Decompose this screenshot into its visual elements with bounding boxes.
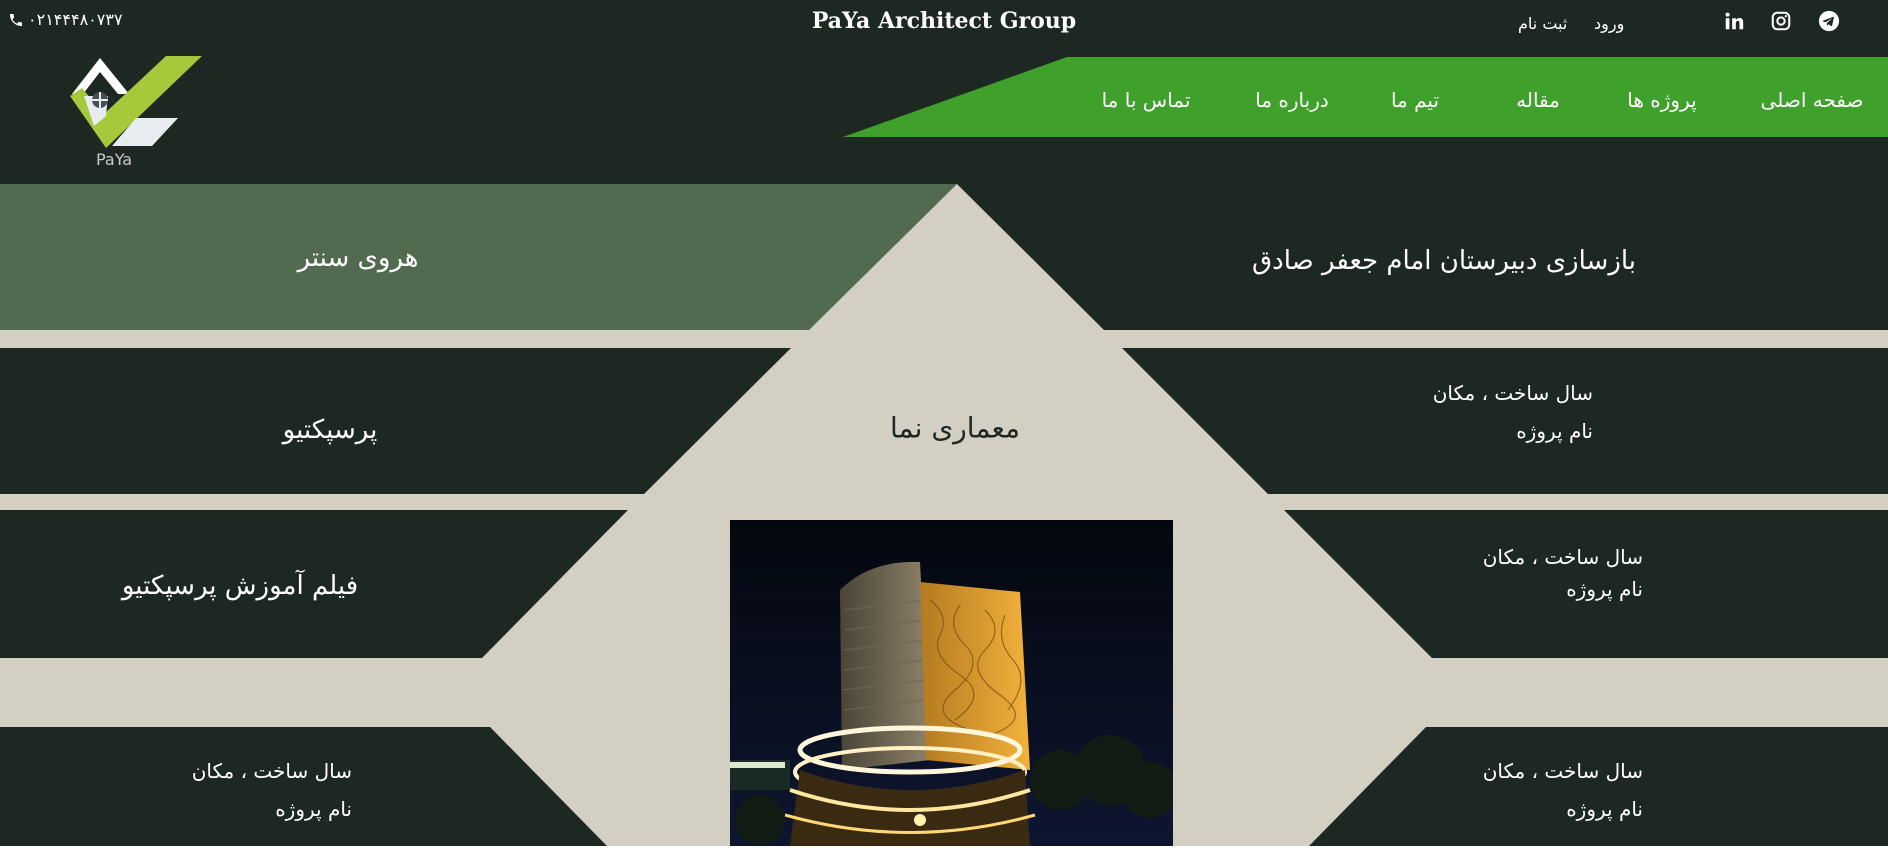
logo-text: PaYa: [96, 150, 133, 169]
login-link[interactable]: ورود: [1594, 14, 1624, 33]
nav-articles[interactable]: مقاله: [1516, 88, 1560, 112]
project-meta-name: نام پروژه: [1566, 577, 1643, 601]
instagram-icon[interactable]: [1770, 10, 1792, 32]
project-meta-year: سال ساخت ، مکان: [191, 759, 352, 783]
project-meta-name: نام پروژه: [275, 797, 352, 821]
logo[interactable]: PaYa: [66, 56, 206, 172]
telegram-icon[interactable]: [1818, 10, 1840, 32]
nav-home[interactable]: صفحه اصلی: [1761, 88, 1864, 112]
project-meta-name: نام پروژه: [1516, 419, 1593, 443]
signup-link[interactable]: ثبت نام: [1518, 14, 1567, 33]
linkedin-icon[interactable]: [1723, 10, 1745, 32]
project-title-right-1[interactable]: بازسازی دبیرستان امام جعفر صادق: [1252, 246, 1636, 276]
project-meta-year: سال ساخت ، مکان: [1432, 381, 1593, 405]
nav-projects[interactable]: پروژه ها: [1627, 88, 1696, 112]
nav-band: [843, 57, 1888, 137]
project-meta-year: سال ساخت ، مکان: [1482, 545, 1643, 569]
nav-contact[interactable]: تماس با ما: [1102, 88, 1191, 112]
project-meta-right-4[interactable]: سال ساخت ، مکان نام پروژه: [1483, 752, 1643, 828]
project-meta-year: سال ساخت ، مکان: [1482, 759, 1643, 783]
center-title: معماری نما: [889, 411, 1021, 445]
top-bar: ۰۲۱۴۴۴۸۰۷۳۷ PaYa Architect Group ثبت نام…: [0, 0, 1888, 48]
nav-team[interactable]: تیم ما: [1391, 88, 1439, 112]
project-title-left-3[interactable]: فیلم آموزش پرسپکتیو: [122, 571, 358, 601]
nav-about[interactable]: درباره ما: [1255, 88, 1329, 112]
project-title-left-1[interactable]: هروی سنتر: [297, 243, 418, 273]
project-meta-name: نام پروژه: [1566, 797, 1643, 821]
featured-project-photo[interactable]: [730, 520, 1173, 846]
project-meta-right-3[interactable]: سال ساخت ، مکان نام پروژه: [1483, 541, 1643, 605]
logo-mark: [70, 56, 202, 148]
project-meta-left-4[interactable]: سال ساخت ، مکان نام پروژه: [192, 752, 352, 828]
project-title-left-2[interactable]: پرسپکتیو: [283, 415, 378, 445]
project-meta-right-2[interactable]: سال ساخت ، مکان نام پروژه: [1433, 374, 1593, 450]
